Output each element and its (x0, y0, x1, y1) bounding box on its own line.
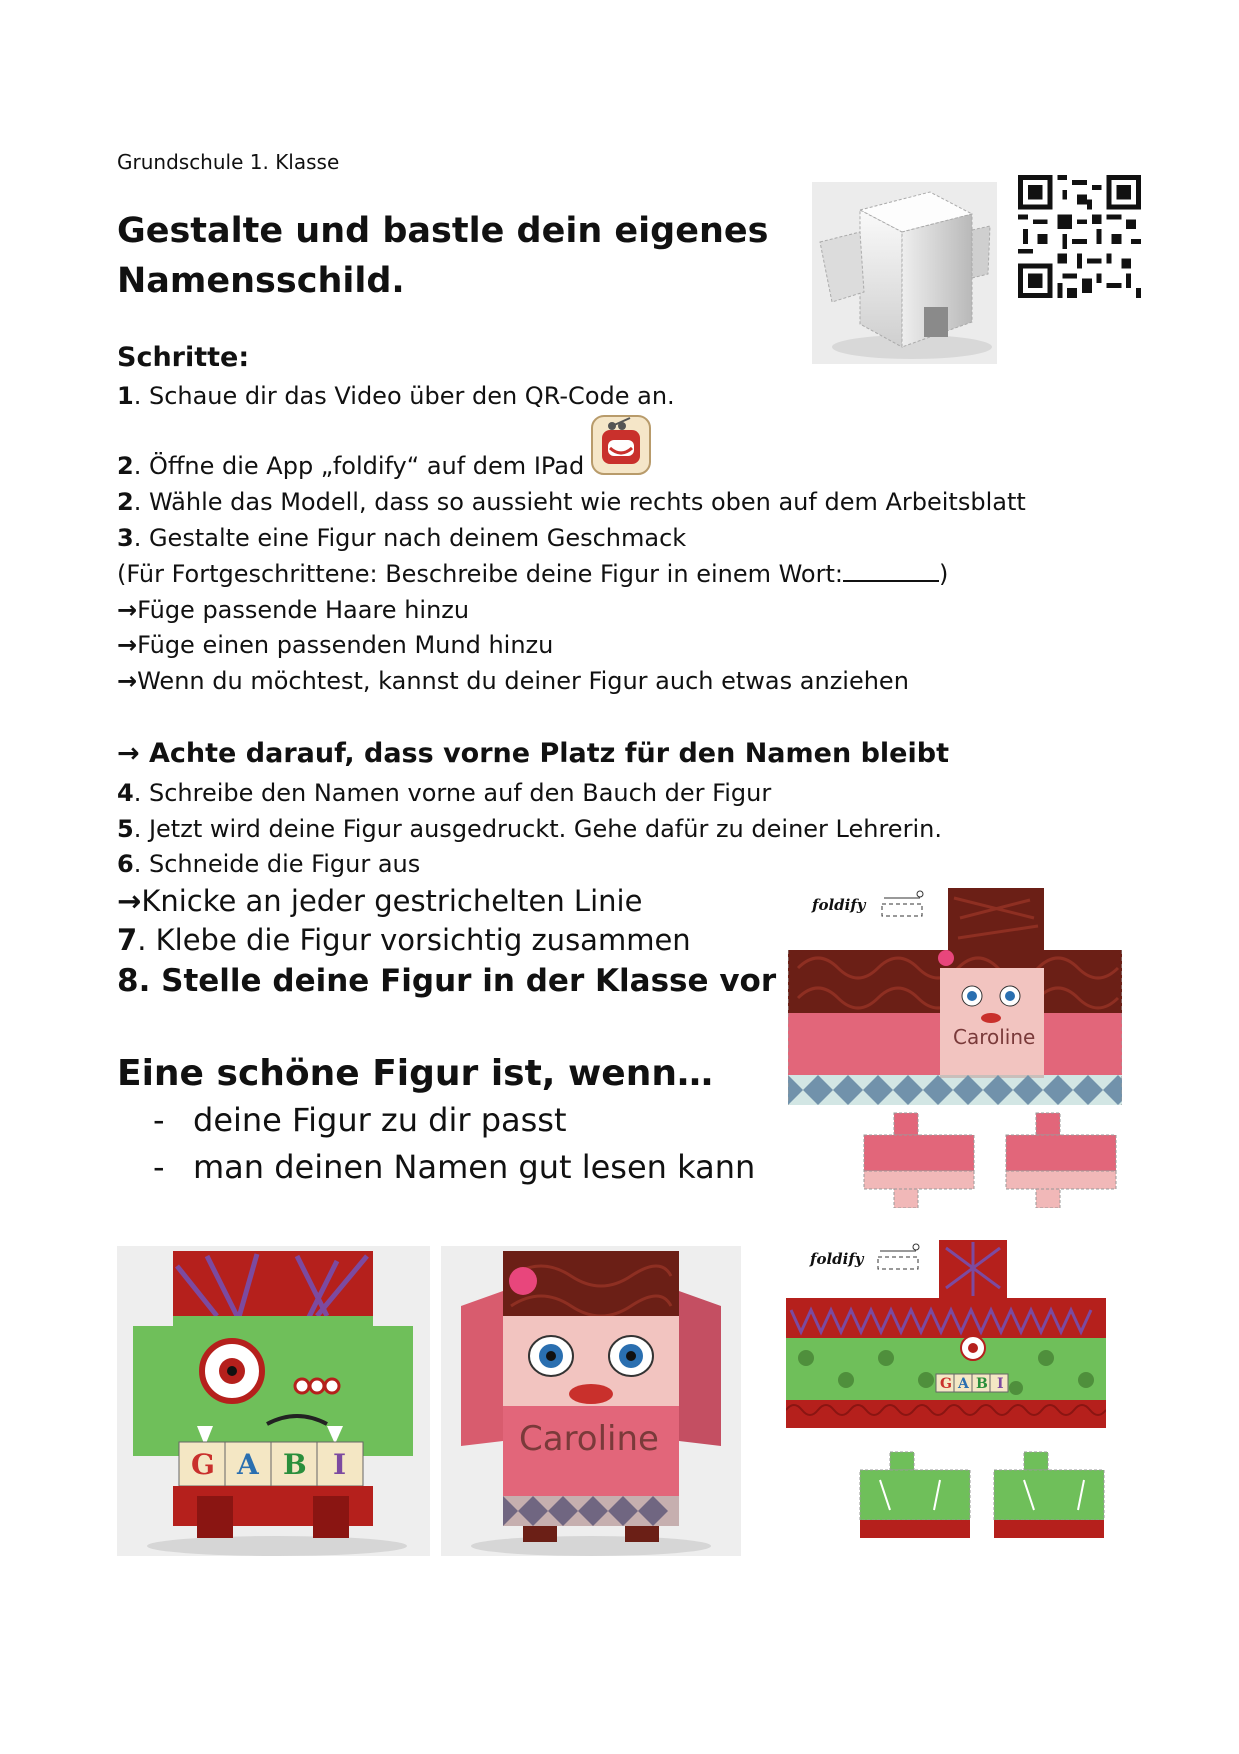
gabi-letter: A (957, 1376, 970, 1392)
advanced-task: (Für Fortgeschrittene: Beschreibe deine … (117, 560, 948, 588)
caroline-name-small: Caroline (953, 1025, 1035, 1049)
step-text: . Schneide die Figur aus (133, 850, 421, 878)
gabi-letter: G (191, 1448, 215, 1481)
advanced-close: ) (938, 560, 949, 588)
step-2-open-app: 2. Öffne die App „foldify“ auf dem IPad (117, 452, 584, 480)
gabi-figure-image: G A B I (117, 1246, 430, 1556)
step-number: 6 (117, 850, 134, 878)
steps-heading: Schritte: (117, 342, 250, 373)
title-line-2: Namensschild. (117, 261, 405, 301)
tip-text: Wenn du möchtest, kannst du deiner Figur… (137, 667, 909, 695)
step-4: 4. Schreibe den Namen vorne auf den Bauc… (117, 779, 771, 807)
step-text: . Schaue dir das Video über den QR-Code … (133, 382, 675, 410)
step-7: 7. Klebe die Figur vorsichtig zusammen (117, 923, 691, 957)
criteria-text: man deinen Namen gut lesen kann (193, 1148, 756, 1186)
box-model-image (812, 182, 997, 364)
arrow-icon: → (117, 667, 138, 695)
tip-text: Füge einen passenden Mund hinzu (137, 631, 554, 659)
tip-text: Füge passende Haare hinzu (137, 596, 470, 624)
step-6: 6. Schneide die Figur aus (117, 850, 420, 878)
step-3: 3. Gestalte eine Figur nach deinem Gesch… (117, 524, 686, 552)
step-2-choose-model: 2. Wähle das Modell, dass so aussieht wi… (117, 488, 1026, 516)
gabi-letter: A (236, 1448, 260, 1481)
gabi-letter: B (976, 1376, 988, 1392)
important-text: Achte darauf, dass vorne Platz für den N… (139, 738, 949, 769)
step-number: 4 (117, 779, 134, 807)
step-number: 7 (117, 923, 138, 957)
criteria-item: - deine Figur zu dir passt (153, 1101, 567, 1139)
foldify-app-icon[interactable] (590, 414, 652, 476)
dash: - (153, 1101, 165, 1139)
gabi-letter: I (333, 1448, 346, 1481)
step-text: . Jetzt wird deine Figur ausgedruckt. Ge… (133, 815, 942, 843)
gabi-letter: G (940, 1376, 952, 1392)
caroline-figure-image: Caroline (441, 1246, 741, 1556)
step-text: . Klebe die Figur vorsichtig zusammen (137, 923, 691, 957)
grade-label: Grundschule 1. Klasse (117, 150, 340, 174)
tip-mouth: →Füge einen passenden Mund hinzu (117, 631, 553, 659)
step-number: 3 (117, 524, 134, 552)
arrow-icon: → (117, 738, 140, 769)
step-number: 2 (117, 488, 134, 516)
caroline-name: Caroline (519, 1419, 659, 1459)
title-line-1: Gestalte und bastle dein eigenes (117, 211, 769, 251)
qr-code-icon[interactable] (1018, 175, 1141, 298)
criteria-heading: Eine schöne Figur ist, wenn… (117, 1053, 713, 1094)
step-number: 1 (117, 382, 134, 410)
gabi-cutout-template: G A B I (786, 1240, 1106, 1538)
arrow-icon: → (117, 596, 138, 624)
page-title: Gestalte und bastle dein eigenes Namenss… (117, 206, 768, 306)
tip-hair: →Füge passende Haare hinzu (117, 596, 469, 624)
answer-blank[interactable] (842, 560, 939, 582)
step-number: 5 (117, 815, 134, 843)
criteria-item: - man deinen Namen gut lesen kann (153, 1148, 755, 1186)
step-text: . Wähle das Modell, dass so aussieht wie… (133, 488, 1026, 516)
advanced-text: (Für Fortgeschrittene: Beschreibe deine … (117, 560, 843, 588)
important-note: → Achte darauf, dass vorne Platz für den… (117, 738, 949, 769)
step-number: 2 (117, 452, 134, 480)
step-8: 8. Stelle deine Figur in der Klasse vor (117, 963, 777, 999)
arrow-icon: → (117, 884, 142, 918)
step-text: . Gestalte eine Figur nach deinem Geschm… (133, 524, 687, 552)
step-text: . Öffne die App „foldify“ auf dem IPad (133, 452, 585, 480)
dash: - (153, 1148, 165, 1186)
gabi-letter: B (283, 1448, 307, 1481)
step-text: . Schreibe den Namen vorne auf den Bauch… (133, 779, 772, 807)
step-1: 1. Schaue dir das Video über den QR-Code… (117, 382, 675, 410)
criteria-text: deine Figur zu dir passt (193, 1101, 567, 1139)
step-5: 5. Jetzt wird deine Figur ausgedruckt. G… (117, 815, 942, 843)
fold-tip: →Knicke an jeder gestrichelten Linie (117, 884, 642, 918)
gabi-letter: I (997, 1376, 1004, 1392)
arrow-icon: → (117, 631, 138, 659)
caroline-cutout-template: Caroline (788, 888, 1122, 1208)
tip-clothes: →Wenn du möchtest, kannst du deiner Figu… (117, 667, 909, 695)
tip-text: Knicke an jeder gestrichelten Linie (141, 884, 643, 918)
